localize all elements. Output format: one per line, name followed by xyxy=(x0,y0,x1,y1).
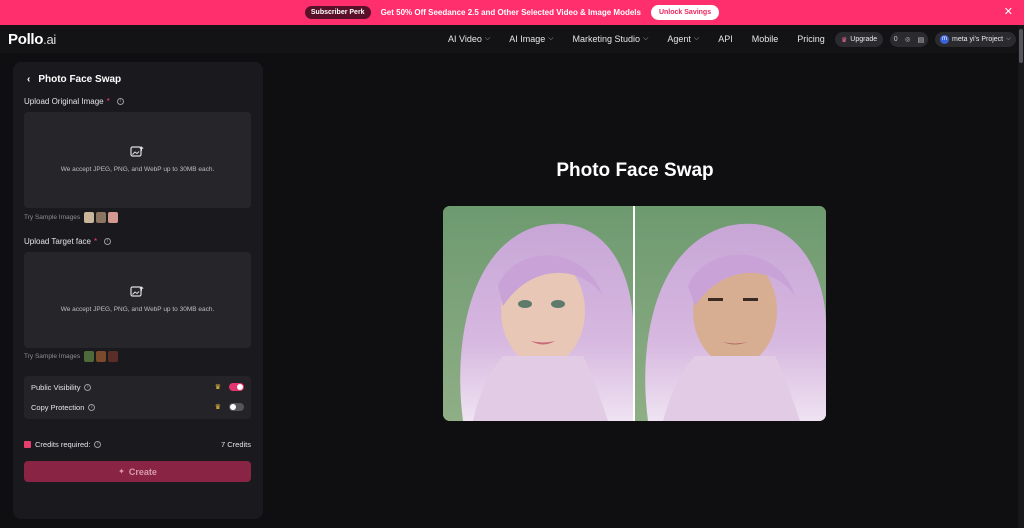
chevron-down-icon: ⌵ xyxy=(484,35,491,42)
sample-image-thumb[interactable] xyxy=(108,212,119,223)
original-image-dropzone[interactable]: We accept JPEG, PNG, and WebP up to 30MB… xyxy=(24,112,251,208)
copy-protection-row: Copy Protection i ♛ xyxy=(31,399,244,415)
credits-balance[interactable]: 0 ◎ ▤ xyxy=(890,32,928,47)
upload-image-icon xyxy=(130,286,144,297)
info-icon[interactable]: i xyxy=(88,403,96,411)
nav-label: Mobile xyxy=(751,34,779,44)
scrollbar-thumb[interactable] xyxy=(1019,29,1023,63)
nav-item-ai-image[interactable]: AI Image ⌵ xyxy=(509,34,553,44)
settings-box: Public Visibility i ♛ Copy Protection i ♛ xyxy=(24,376,251,419)
credits-value: 7 Credits xyxy=(220,440,251,449)
page-title: Photo Face Swap xyxy=(556,160,714,181)
crown-icon: ♛ xyxy=(841,36,848,44)
credits-label: Credits required: xyxy=(35,440,91,449)
sample-image-thumb[interactable] xyxy=(84,212,95,223)
nav-item-ai-video[interactable]: AI Video ⌵ xyxy=(448,34,490,44)
setting-label: Public Visibility xyxy=(31,382,81,392)
chevron-down-icon: ⌵ xyxy=(548,35,554,42)
nav-label: Marketing Studio xyxy=(572,34,641,44)
coin-icon: ◎ xyxy=(905,37,911,43)
logo[interactable]: Pollo.ai xyxy=(8,31,56,48)
back-arrow-icon[interactable]: ‹ xyxy=(27,74,30,85)
credits-count: 0 xyxy=(893,36,898,43)
upload-image-icon xyxy=(130,146,144,157)
panel-header: ‹ Photo Face Swap xyxy=(27,74,121,85)
sparkle-icon: ✦ xyxy=(118,467,125,476)
wallet-icon: ▤ xyxy=(917,36,925,44)
subscriber-perk-badge: Subscriber Perk xyxy=(304,6,371,19)
credits-icon xyxy=(24,441,31,448)
nav-item-mobile[interactable]: Mobile xyxy=(752,34,779,44)
original-image-label: Upload Original Image * i xyxy=(24,97,124,106)
unlock-savings-button[interactable]: Unlock Savings xyxy=(650,5,720,20)
samples-label: Try Sample Images xyxy=(24,353,81,360)
info-icon[interactable]: i xyxy=(94,441,102,448)
upgrade-label: Upgrade xyxy=(850,36,878,43)
samples-label: Try Sample Images xyxy=(24,214,81,221)
nav-label: AI Video xyxy=(448,34,482,44)
create-button[interactable]: ✦ Create xyxy=(24,461,251,482)
page-scrollbar[interactable] xyxy=(1018,25,1024,528)
project-name: meta yi's Project xyxy=(952,36,1004,43)
avatar: m xyxy=(940,35,949,44)
nav-label: Agent xyxy=(667,34,691,44)
setting-label: Copy Protection xyxy=(31,402,85,412)
compare-divider[interactable] xyxy=(633,206,635,421)
target-samples: Try Sample Images xyxy=(24,351,119,362)
promo-message: Get 50% Off Seedance 2.5 and Other Selec… xyxy=(380,8,641,17)
toggle-knob xyxy=(230,404,236,410)
sample-image-thumb[interactable] xyxy=(108,351,119,362)
upgrade-button[interactable]: ♛ Upgrade xyxy=(835,32,884,47)
target-face-label: Upload Target face * i xyxy=(24,237,112,246)
public-visibility-toggle[interactable] xyxy=(229,383,244,391)
info-icon[interactable]: i xyxy=(104,238,112,245)
copy-protection-toggle[interactable] xyxy=(229,403,244,411)
premium-crown-icon: ♛ xyxy=(214,404,221,411)
nav-label: Pricing xyxy=(797,34,825,44)
logo-suffix: .ai xyxy=(43,32,57,47)
toggle-knob xyxy=(237,384,243,390)
chevron-down-icon: ⌵ xyxy=(693,35,700,42)
nav-label: API xyxy=(718,34,733,44)
nav-item-pricing[interactable]: Pricing xyxy=(797,34,825,44)
chevron-down-icon: ⌵ xyxy=(643,35,649,42)
info-icon[interactable]: i xyxy=(84,383,92,391)
create-label: Create xyxy=(128,466,157,477)
required-marker: * xyxy=(106,97,110,106)
original-samples: Try Sample Images xyxy=(24,212,119,223)
panel-title: Photo Face Swap xyxy=(38,74,122,85)
label-text: Upload Target face xyxy=(24,237,92,246)
before-after-preview xyxy=(443,206,826,421)
chevron-down-icon: ⌵ xyxy=(1006,36,1011,42)
required-marker: * xyxy=(94,237,98,246)
tool-panel: ‹ Photo Face Swap Upload Original Image *… xyxy=(13,62,263,519)
info-icon[interactable]: i xyxy=(116,98,124,105)
sample-image-thumb[interactable] xyxy=(96,351,107,362)
nav-item-agent[interactable]: Agent ⌵ xyxy=(667,34,699,44)
label-text: Upload Original Image xyxy=(24,97,104,106)
project-selector[interactable]: m meta yi's Project ⌵ xyxy=(935,32,1016,47)
nav-item-marketing-studio[interactable]: Marketing Studio ⌵ xyxy=(573,34,649,44)
logo-text: Pollo xyxy=(8,31,44,48)
main-menu: AI Video ⌵ AI Image ⌵ Marketing Studio ⌵ Ag… xyxy=(448,34,844,44)
nav-item-api[interactable]: API xyxy=(718,34,733,44)
sample-image-thumb[interactable] xyxy=(96,212,107,223)
credits-required-row: Credits required: i 7 Credits xyxy=(24,440,251,449)
close-icon[interactable]: ✕ xyxy=(1004,6,1013,18)
sample-image-thumb[interactable] xyxy=(84,351,95,362)
public-visibility-row: Public Visibility i ♛ xyxy=(31,379,244,395)
promo-banner: Subscriber Perk Get 50% Off Seedance 2.5… xyxy=(0,0,1024,25)
target-face-dropzone[interactable]: We accept JPEG, PNG, and WebP up to 30MB… xyxy=(24,252,251,348)
upload-hint: We accept JPEG, PNG, and WebP up to 30MB… xyxy=(60,306,215,313)
nav-label: AI Image xyxy=(509,34,546,44)
upload-hint: We accept JPEG, PNG, and WebP up to 30MB… xyxy=(60,166,215,173)
premium-crown-icon: ♛ xyxy=(214,384,221,391)
